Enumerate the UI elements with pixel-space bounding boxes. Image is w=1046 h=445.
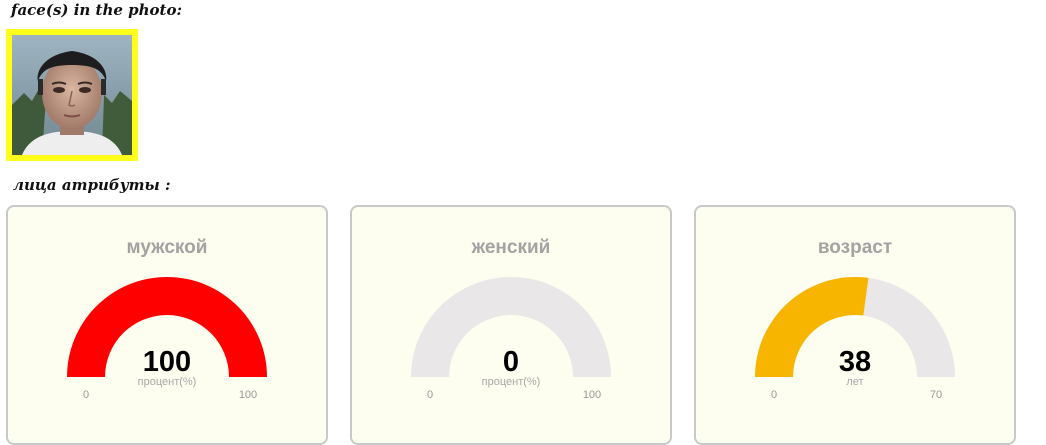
gauge-card-male: мужской 100 процент(%) 0 100	[6, 205, 328, 445]
gauge-min-label: 0	[83, 389, 89, 401]
gauge-max-label: 70	[930, 389, 942, 401]
gauge-value: 100	[143, 346, 191, 378]
gauge-value: 0	[503, 346, 519, 378]
face-photo	[12, 35, 132, 155]
gauge-age: 38 лет 0 70	[755, 277, 955, 401]
gauge-unit: процент(%)	[482, 376, 541, 388]
gauge-card-female: женский 0 процент(%) 0 100	[350, 205, 672, 445]
gauge-unit: лет	[846, 376, 863, 388]
gauge-max-label: 100	[583, 389, 601, 401]
gauge-female: 0 процент(%) 0 100	[411, 277, 611, 401]
gauge-min-label: 0	[427, 389, 433, 401]
gauge-value: 38	[839, 346, 871, 378]
gauge-max-label: 100	[239, 389, 257, 401]
gauge-card-age: возраст 38 лет 0 70	[694, 205, 1016, 445]
gauge-unit: процент(%)	[138, 376, 197, 388]
gauge-min-label: 0	[771, 389, 777, 401]
faces-heading: face(s) in the photo:	[11, 1, 183, 19]
gauge-male: 100 процент(%) 0 100	[67, 277, 267, 401]
attributes-heading: лица атрибуты :	[13, 176, 171, 194]
face-thumbnail[interactable]	[6, 29, 138, 161]
